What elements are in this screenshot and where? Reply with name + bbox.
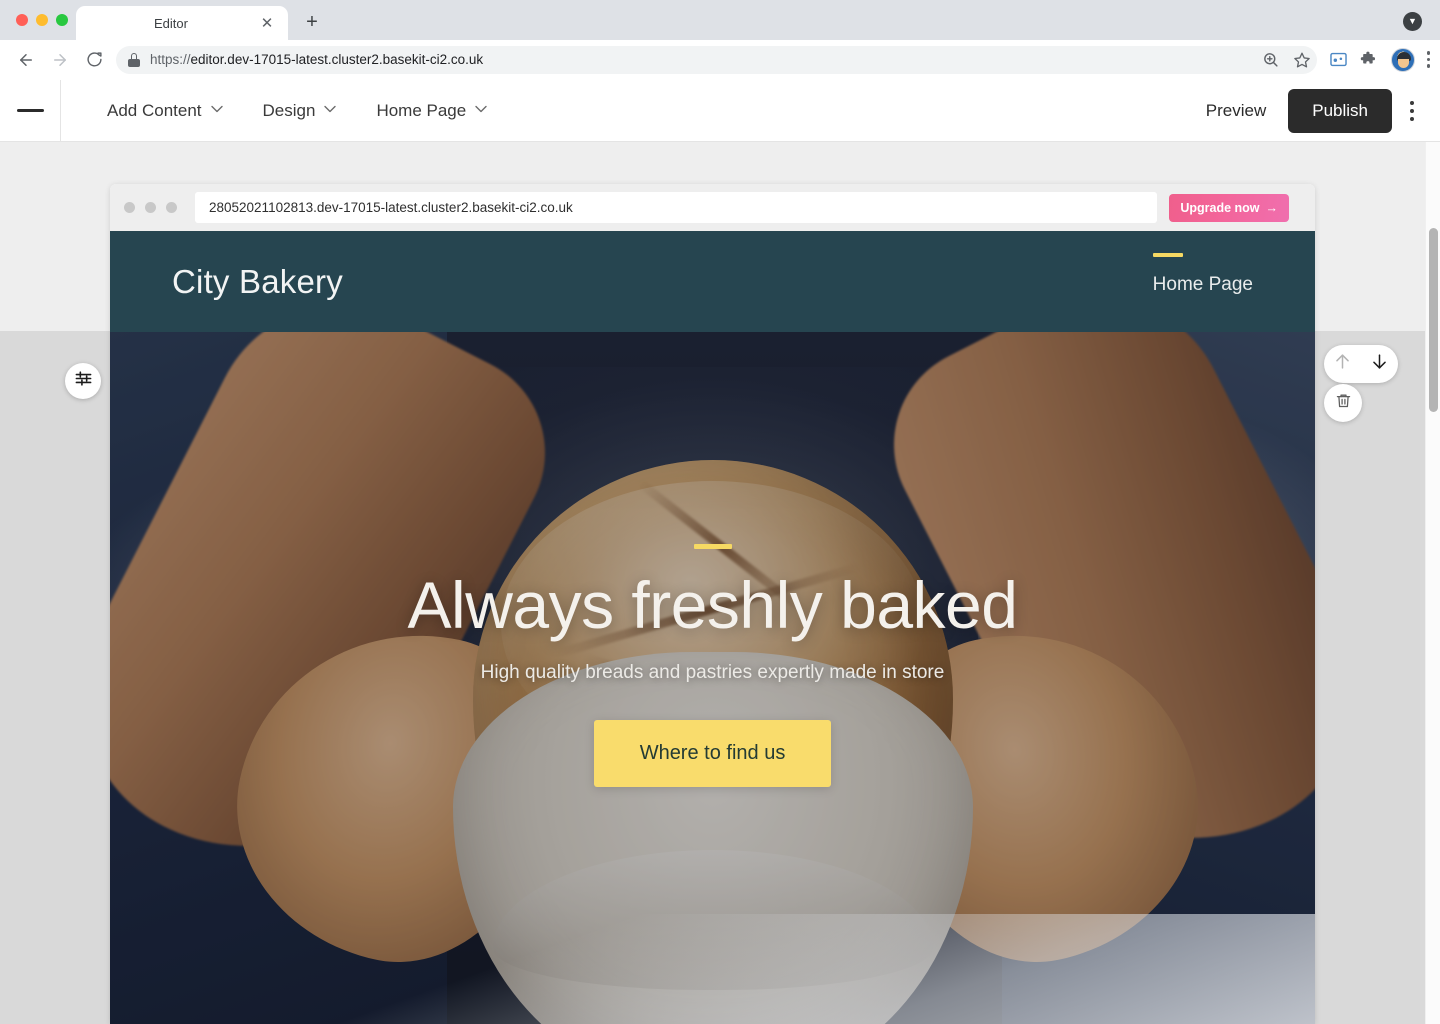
scrollbar-thumb[interactable] bbox=[1429, 228, 1438, 412]
upgrade-now-button[interactable]: Upgrade now → bbox=[1169, 193, 1289, 222]
browser-window: Editor ✕ + ▼ https://editor.dev-17015-la… bbox=[0, 0, 1440, 1024]
kebab-menu-icon[interactable] bbox=[1392, 100, 1428, 121]
hero-divider bbox=[693, 544, 732, 549]
preview-button[interactable]: Preview bbox=[1184, 101, 1288, 121]
menu-design[interactable]: Design bbox=[243, 101, 357, 121]
window-traffic-lights bbox=[10, 0, 76, 40]
window-dots-icon bbox=[124, 202, 177, 213]
zoom-in-icon[interactable] bbox=[1262, 51, 1279, 68]
menu-design-label: Design bbox=[262, 100, 316, 120]
arrow-left-icon[interactable] bbox=[10, 44, 42, 76]
url-scheme: https:// bbox=[150, 52, 191, 67]
chevron-down-icon bbox=[475, 105, 487, 116]
hero-cta-button[interactable]: Where to find us bbox=[593, 720, 832, 788]
editor-canvas: 28052021102813.dev-17015-latest.cluster2… bbox=[0, 142, 1440, 1024]
hamburger-menu-icon[interactable] bbox=[0, 79, 61, 142]
browser-tab-title: Editor bbox=[154, 15, 188, 31]
omnibox-actions bbox=[1262, 51, 1311, 69]
nav-active-indicator bbox=[1152, 252, 1183, 257]
move-down-button[interactable] bbox=[1370, 352, 1389, 376]
chevron-down-circle-icon[interactable]: ▼ bbox=[1403, 12, 1422, 31]
url-host: editor.dev-17015-latest.cluster2.basekit… bbox=[190, 52, 484, 67]
address-bar-url: https://editor.dev-17015-latest.cluster2… bbox=[150, 52, 483, 67]
chevron-down-icon bbox=[210, 105, 223, 116]
preview-chrome-bar: 28052021102813.dev-17015-latest.cluster2… bbox=[110, 184, 1315, 231]
address-bar[interactable]: https://editor.dev-17015-latest.cluster2… bbox=[116, 45, 1317, 74]
editor-actions: Preview Publish bbox=[1184, 88, 1440, 133]
preview-url[interactable]: 28052021102813.dev-17015-latest.cluster2… bbox=[195, 192, 1158, 223]
sliders-icon bbox=[74, 369, 93, 393]
hero-section[interactable]: Always freshly baked High quality breads… bbox=[110, 332, 1315, 1024]
kebab-menu-icon[interactable] bbox=[1426, 51, 1430, 68]
site-preview-frame: 28052021102813.dev-17015-latest.cluster2… bbox=[110, 184, 1315, 1024]
menu-home-page-label: Home Page bbox=[376, 100, 467, 120]
lock-icon bbox=[128, 52, 140, 67]
media-cast-icon[interactable] bbox=[1329, 50, 1348, 69]
publish-button[interactable]: Publish bbox=[1288, 88, 1392, 133]
close-icon[interactable]: ✕ bbox=[256, 12, 278, 34]
arrow-right-icon[interactable] bbox=[44, 44, 76, 76]
trash-icon bbox=[1335, 392, 1352, 414]
arrow-right-icon: → bbox=[1265, 200, 1279, 215]
hero-content: Always freshly baked High quality breads… bbox=[110, 332, 1315, 1024]
browser-tab[interactable]: Editor ✕ bbox=[76, 6, 288, 40]
maximize-window-button[interactable] bbox=[56, 14, 68, 26]
site-header: City Bakery Home Page bbox=[110, 231, 1315, 332]
toolbar-actions bbox=[1325, 47, 1430, 72]
browser-toolbar: https://editor.dev-17015-latest.cluster2… bbox=[0, 40, 1440, 80]
avatar[interactable] bbox=[1390, 47, 1415, 72]
nav-item-home-page[interactable]: Home Page bbox=[1152, 252, 1253, 296]
upgrade-now-label: Upgrade now bbox=[1180, 200, 1260, 215]
minimize-window-button[interactable] bbox=[36, 14, 48, 26]
chevron-down-icon bbox=[324, 105, 337, 116]
browser-tab-strip: Editor ✕ + ▼ bbox=[0, 0, 1440, 40]
close-window-button[interactable] bbox=[16, 14, 28, 26]
new-tab-button[interactable]: + bbox=[296, 6, 328, 38]
move-up-button[interactable] bbox=[1333, 352, 1352, 376]
reload-icon[interactable] bbox=[78, 44, 110, 76]
menu-add-content[interactable]: Add Content bbox=[87, 101, 243, 121]
menu-add-content-label: Add Content bbox=[107, 100, 202, 120]
nav-item-home-page-label: Home Page bbox=[1152, 273, 1253, 295]
section-move-controls bbox=[1324, 345, 1398, 383]
editor-menu-group: Add Content Design Home Page bbox=[61, 101, 507, 121]
canvas-scrollbar[interactable] bbox=[1425, 142, 1440, 1024]
editor-toolbar: Add Content Design Home Page Preview Pub… bbox=[0, 79, 1440, 142]
star-icon[interactable] bbox=[1293, 51, 1311, 69]
site-nav: Home Page bbox=[1152, 252, 1253, 296]
puzzle-piece-icon[interactable] bbox=[1360, 50, 1379, 69]
section-settings-button[interactable] bbox=[65, 363, 101, 399]
section-delete-button[interactable] bbox=[1324, 384, 1362, 422]
hero-title[interactable]: Always freshly baked bbox=[408, 570, 1018, 640]
hero-subtitle[interactable]: High quality breads and pastries expertl… bbox=[481, 662, 945, 684]
menu-home-page[interactable]: Home Page bbox=[356, 101, 507, 121]
site-brand[interactable]: City Bakery bbox=[172, 263, 343, 301]
